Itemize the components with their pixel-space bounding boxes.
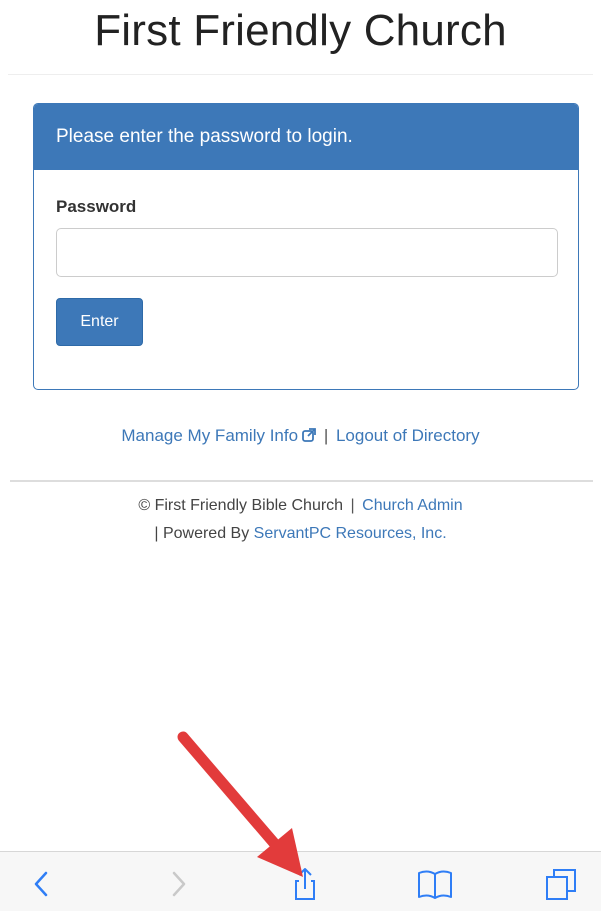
share-icon	[295, 868, 315, 900]
enter-button[interactable]: Enter	[56, 298, 143, 346]
tabs-icon	[546, 869, 576, 900]
login-panel: Please enter the password to login. Pass…	[33, 103, 579, 390]
password-label: Password	[56, 197, 137, 216]
forward-button[interactable]	[158, 864, 198, 904]
chevron-left-icon	[34, 871, 48, 897]
login-panel-heading: Please enter the password to login.	[34, 104, 578, 170]
footer-powered-line: | Powered By ServantPC Resources, Inc.	[0, 525, 601, 543]
manage-family-label: Manage My Family Info	[121, 426, 299, 445]
account-links: Manage My Family Info | Logout of Direct…	[0, 426, 601, 446]
top-divider	[8, 74, 593, 75]
password-input[interactable]	[56, 228, 558, 277]
link-separator: |	[323, 426, 329, 445]
manage-family-link[interactable]: Manage My Family Info	[121, 426, 316, 445]
tabs-button[interactable]	[542, 864, 582, 904]
servantpc-link[interactable]: ServantPC Resources, Inc.	[254, 525, 447, 542]
external-link-icon	[302, 428, 316, 442]
bookmarks-button[interactable]	[415, 864, 455, 904]
back-button[interactable]	[22, 864, 62, 904]
book-icon	[418, 870, 452, 899]
page-title: First Friendly Church	[94, 6, 507, 55]
chevron-right-icon	[172, 871, 186, 897]
browser-toolbar	[0, 851, 601, 911]
logout-link[interactable]: Logout of Directory	[336, 426, 480, 445]
church-admin-link[interactable]: Church Admin	[362, 497, 463, 514]
footer-separator: |	[350, 497, 355, 514]
powered-by-text: | Powered By	[154, 525, 250, 542]
footer-copyright-line: © First Friendly Bible Church | Church A…	[0, 497, 601, 515]
share-button[interactable]	[285, 864, 325, 904]
footer-divider	[10, 480, 593, 482]
copyright-text: © First Friendly Bible Church	[138, 497, 344, 514]
